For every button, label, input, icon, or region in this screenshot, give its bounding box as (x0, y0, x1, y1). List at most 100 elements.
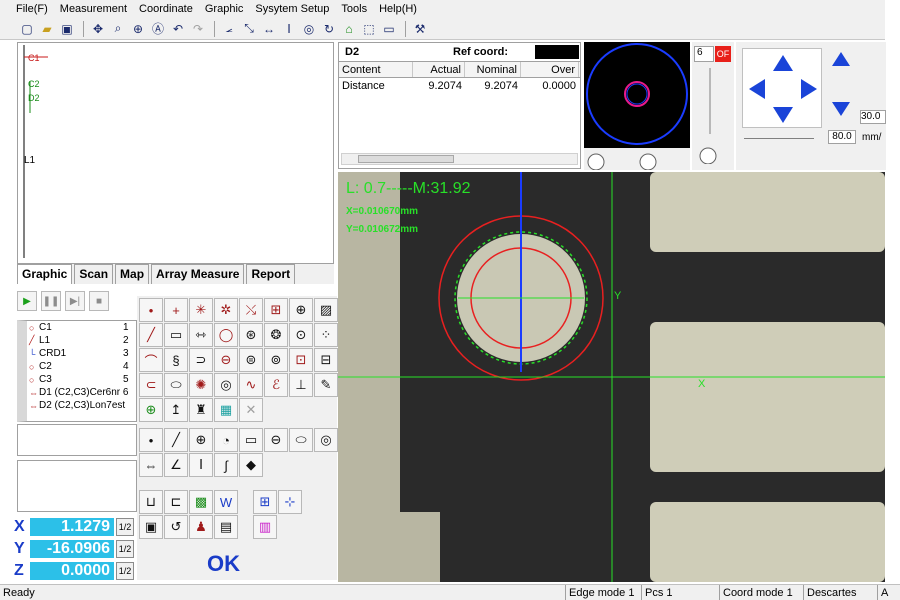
tab-array-measure[interactable]: Array Measure (151, 264, 245, 284)
table-row[interactable]: Distance 9.2074 9.2074 0.0000 (339, 78, 580, 95)
color-tool-icon[interactable]: ▥ (253, 515, 277, 539)
vertical-distance-icon[interactable]: Ⅰ (280, 20, 298, 38)
menu-help[interactable]: Help(H) (379, 3, 417, 15)
move-icon[interactable]: ✥ (89, 20, 107, 38)
rotate-icon[interactable]: ↻ (320, 20, 338, 38)
window-icon[interactable]: ▭ (380, 20, 398, 38)
delete-tool-icon[interactable]: ✕ (239, 398, 263, 422)
half-button-z[interactable]: 1/2 (116, 562, 134, 580)
curve-tool-icon[interactable]: § (164, 348, 188, 372)
probe-tool-icon[interactable]: ♜ (189, 398, 213, 422)
pen-tool-icon[interactable]: ✎ (314, 373, 338, 397)
line-point-tool-icon[interactable]: ⤯ (239, 298, 263, 322)
word-export-icon[interactable]: W (214, 490, 238, 514)
list-item[interactable]: ╱ L1 2 (27, 334, 136, 347)
lens-button-center-icon[interactable] (639, 153, 657, 171)
angle-tool-icon[interactable]: ⦟ (220, 20, 238, 38)
list-item[interactable]: ⇔ D2 (C2,C3)Lon7est (27, 399, 136, 412)
jog-left-arrow-icon[interactable] (749, 79, 765, 99)
jog-down-arrow-icon[interactable] (773, 107, 793, 123)
z-up-arrow-icon[interactable] (832, 52, 850, 66)
stop-icon[interactable]: ■ (89, 291, 109, 311)
jog-right-arrow-icon[interactable] (801, 79, 817, 99)
slot-tool-icon[interactable]: ⊟ (314, 348, 338, 372)
wave-tool-icon[interactable]: ∿ (239, 373, 263, 397)
half-button-y[interactable]: 1/2 (116, 540, 134, 558)
redo-icon[interactable]: ↷ (189, 20, 207, 38)
construct-height-icon[interactable]: Ⅰ (189, 453, 213, 477)
image-tool-icon[interactable]: ▨ (314, 298, 338, 322)
construct-ring-icon[interactable]: ◎ (314, 428, 338, 452)
horizontal-distance-icon[interactable]: ↔ (260, 20, 278, 38)
menu-file[interactable]: File(F) (16, 3, 48, 15)
text-annotation-icon[interactable]: Ⓐ (149, 20, 167, 38)
ring-tool-icon[interactable]: ⊚ (264, 348, 288, 372)
jog-up-arrow-icon[interactable] (773, 55, 793, 71)
tab-report[interactable]: Report (246, 264, 296, 284)
focus-tool-icon[interactable]: ⊕ (139, 398, 163, 422)
scrollbar-thumb[interactable] (358, 155, 454, 163)
user-tool-icon[interactable]: ♟ (189, 515, 213, 539)
tools-icon[interactable]: ⚒ (411, 20, 429, 38)
auto-point-tool-icon[interactable]: ✲ (214, 298, 238, 322)
gear-ring-tool-icon[interactable]: ✺ (189, 373, 213, 397)
origin-tool-icon[interactable]: ⊔ (139, 490, 163, 514)
light-toggle-button[interactable]: OF (715, 46, 731, 62)
circle-fit-tool-icon[interactable]: ⊞ (264, 298, 288, 322)
select-area-icon[interactable]: ⬚ (360, 20, 378, 38)
construct-distance-icon[interactable]: ⇔ (139, 453, 163, 477)
construct-circle-icon[interactable]: ⊕ (189, 428, 213, 452)
construct-plane-icon[interactable]: ◆ (239, 453, 263, 477)
list-item[interactable]: ⇔ D1 (C2,C3)Cer6nr 6 (27, 386, 136, 399)
arc-tool-icon[interactable]: ⌒ (139, 348, 163, 372)
home-icon[interactable]: ⌂ (340, 20, 358, 38)
light-level-input[interactable]: 6 (694, 46, 714, 62)
ok-button[interactable]: OK (207, 551, 240, 577)
rect-line-tool-icon[interactable]: ▭ (164, 323, 188, 347)
ellipse-tool-icon[interactable]: ⊖ (214, 348, 238, 372)
circle-target-tool-icon[interactable]: ⊛ (239, 323, 263, 347)
report-tool-icon[interactable]: ▤ (214, 515, 238, 539)
pause-icon[interactable]: ❚❚ (41, 291, 61, 311)
calculator-tool-icon[interactable]: ▦ (214, 398, 238, 422)
multi-circle-tool-icon[interactable]: ❂ (264, 323, 288, 347)
compass-icon[interactable]: ◎ (300, 20, 318, 38)
center-circle-tool-icon[interactable]: ⊙ (289, 323, 313, 347)
zoom-in-tool-icon[interactable]: ⊕ (289, 298, 313, 322)
save-icon[interactable]: ▣ (58, 20, 76, 38)
lens-button-left-icon[interactable] (587, 153, 605, 171)
construct-line-icon[interactable]: ╱ (164, 428, 188, 452)
ellipse-target-tool-icon[interactable]: ⊜ (239, 348, 263, 372)
menu-system-setup[interactable]: Sysytem Setup (255, 3, 329, 15)
multi-point-tool-icon[interactable]: ✳ (189, 298, 213, 322)
arc-edge-tool-icon[interactable]: ⊃ (189, 348, 213, 372)
zoom-icon[interactable]: ⌕ (109, 20, 127, 38)
jog-speed-input[interactable]: 30.0 (860, 110, 886, 124)
save-tool-icon[interactable]: ▣ (139, 515, 163, 539)
menu-tools[interactable]: Tools (341, 3, 367, 15)
light-button-icon[interactable] (699, 147, 717, 164)
double-circle-tool-icon[interactable]: ◎ (214, 373, 238, 397)
circle-tool-icon[interactable]: ◯ (214, 323, 238, 347)
height-tool-icon[interactable]: ⊥ (289, 373, 313, 397)
construct-oblong-icon[interactable]: ⬭ (289, 428, 313, 452)
play-icon[interactable]: ▶ (17, 291, 37, 311)
construct-point-icon[interactable]: • (139, 428, 163, 452)
construct-curve-icon[interactable]: ∫ (214, 453, 238, 477)
add-view-icon[interactable]: ⊞ (253, 490, 277, 514)
list-item[interactable]: ○ C1 1 (27, 321, 136, 334)
slope-tool-icon[interactable]: ⤡ (240, 20, 258, 38)
circle-array-tool-icon[interactable]: ⁘ (314, 323, 338, 347)
tab-graphic[interactable]: Graphic (17, 264, 73, 284)
box-tool-icon[interactable]: ⊡ (289, 348, 313, 372)
list-item[interactable]: ○ C2 4 (27, 360, 136, 373)
menu-coordinate[interactable]: Coordinate (139, 3, 193, 15)
excel-export-icon[interactable]: ▩ (189, 490, 213, 514)
jog-step-input[interactable]: 80.0 (828, 130, 856, 144)
camera-view[interactable]: L: 0.7-----M:31.92 X=0.010670mm Y=0.0106… (338, 172, 885, 582)
open-folder-icon[interactable]: ▰ (38, 20, 56, 38)
construct-ellipse-icon[interactable]: ⊖ (264, 428, 288, 452)
menu-measurement[interactable]: Measurement (60, 3, 127, 15)
step-icon[interactable]: ▶| (65, 291, 85, 311)
list-item[interactable]: ○ C3 5 (27, 373, 136, 386)
